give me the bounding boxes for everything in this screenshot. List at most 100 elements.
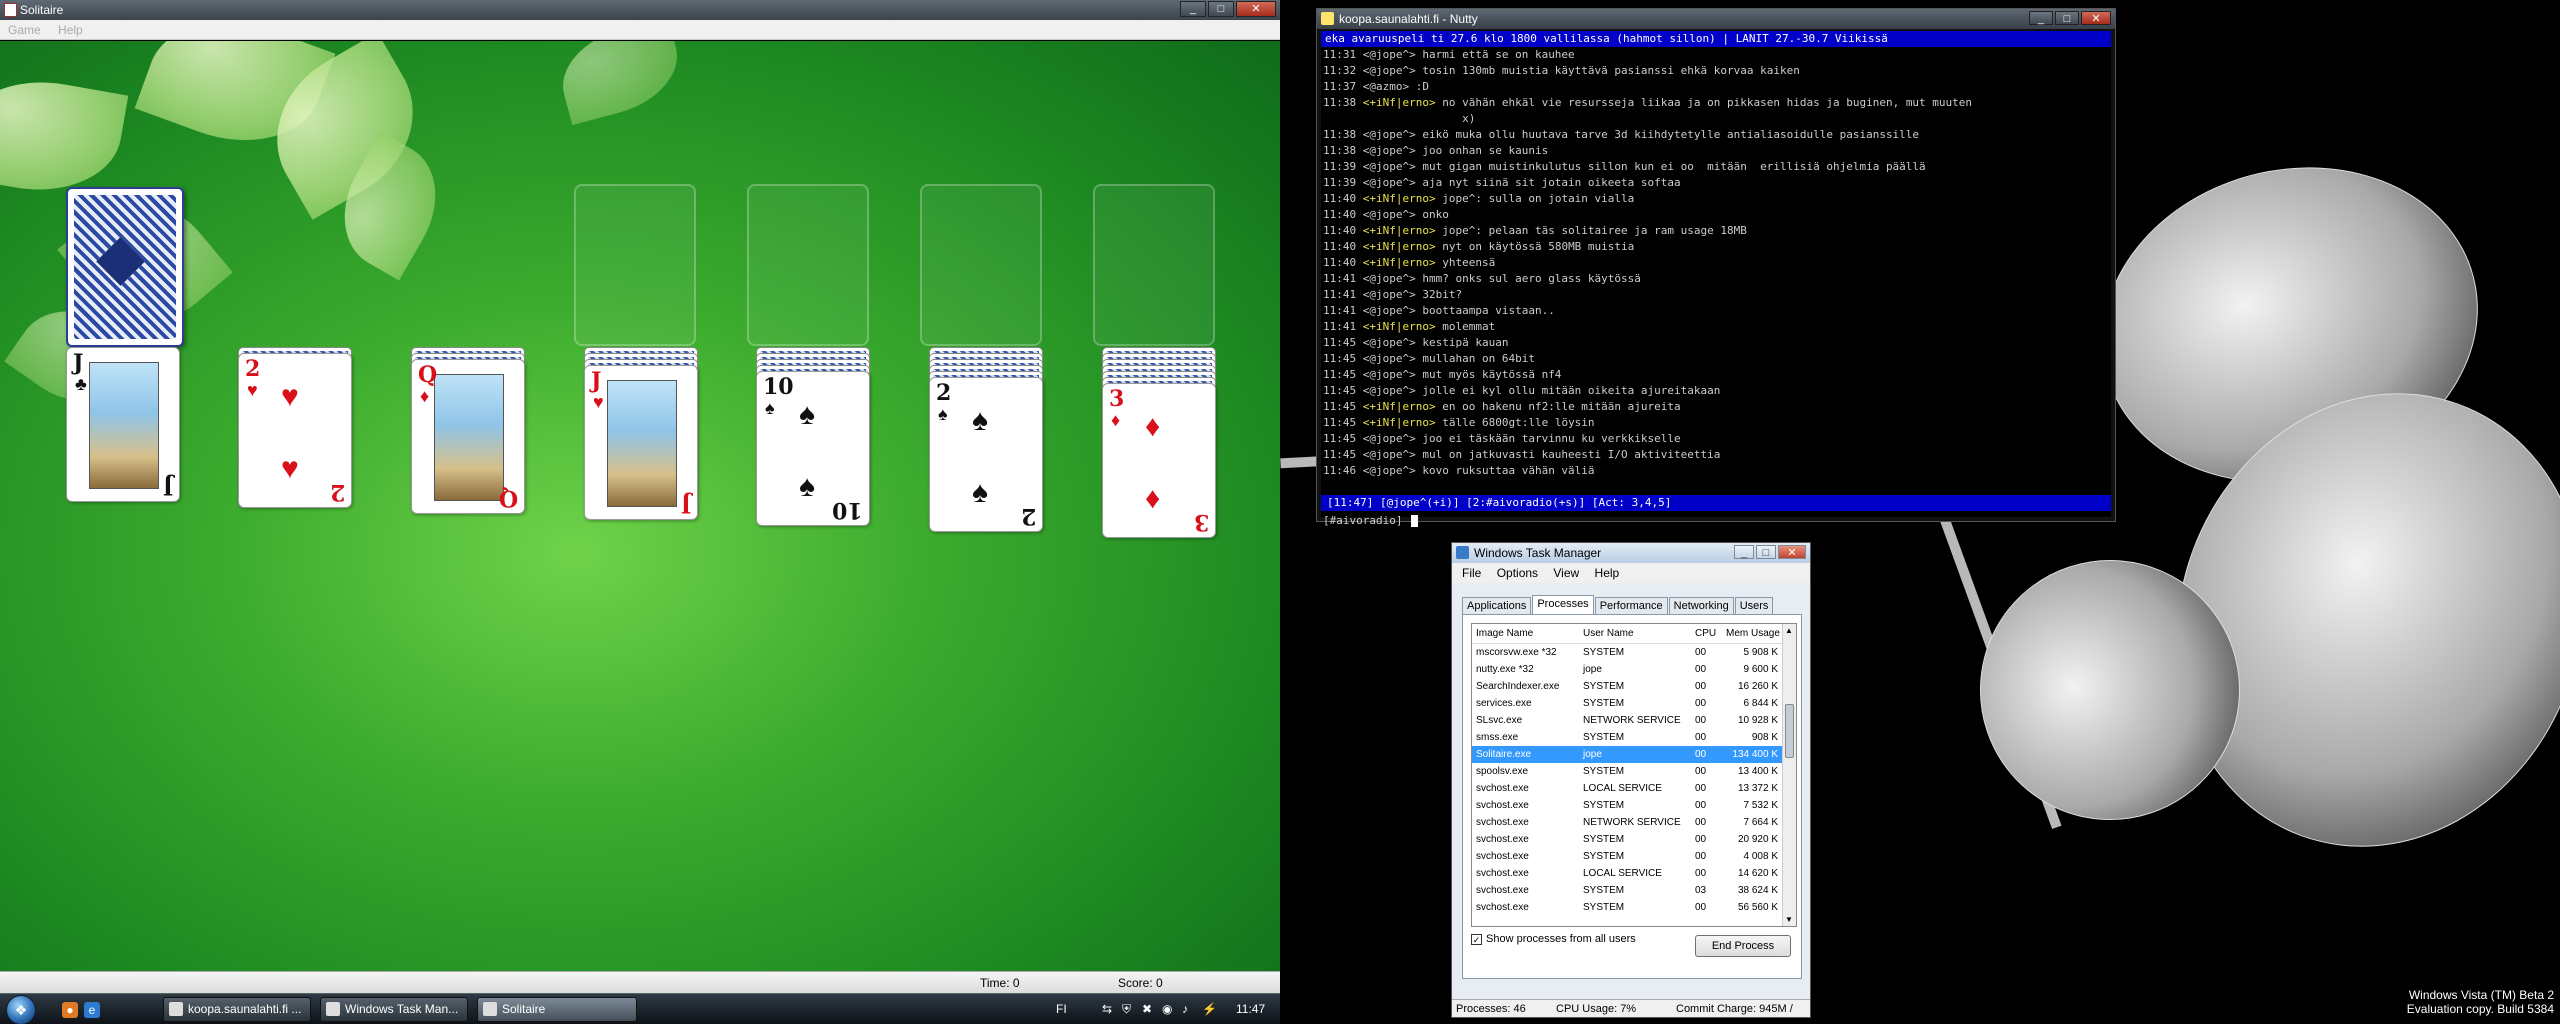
table-row[interactable]: svchost.exe NETWORK SERVICE 00 7 664 K (1472, 814, 1782, 831)
column-header-cpu[interactable]: CPU (1695, 628, 1716, 639)
process-list[interactable]: Image Name User Name CPU Mem Usage mscor… (1471, 623, 1797, 927)
internet-explorer-icon[interactable]: e (84, 1002, 100, 1018)
scroll-up-arrow-icon[interactable]: ▲ (1785, 626, 1793, 635)
playing-card[interactable]: ♠ ♠ 10 ♠ 10 (756, 371, 870, 526)
menu-options[interactable]: Options (1497, 566, 1538, 580)
tab-performance[interactable]: Performance (1594, 597, 1668, 615)
scrollbar-thumb[interactable] (1785, 704, 1794, 758)
irc-nick: <@jope^> (1362, 304, 1416, 317)
minimize-button[interactable]: _ (2029, 11, 2053, 25)
power-icon[interactable]: ⚡ (1202, 994, 1217, 1024)
mute-icon[interactable]: ✖ (1142, 994, 1152, 1024)
scroll-down-arrow-icon[interactable]: ▼ (1785, 915, 1793, 924)
table-row[interactable]: svchost.exe SYSTEM 00 20 920 K (1472, 831, 1782, 848)
irc-nick: <@jope^> (1362, 448, 1416, 461)
table-row[interactable]: services.exe SYSTEM 00 6 844 K (1472, 695, 1782, 712)
table-row[interactable]: svchost.exe SYSTEM 00 4 008 K (1472, 848, 1782, 865)
column-header-mem-usage[interactable]: Mem Usage (1726, 628, 1780, 639)
taskbar-button-nutty[interactable]: koopa.saunalahti.fi ... (163, 997, 311, 1022)
playing-card[interactable]: ♠ ♠ 2 ♠ 2 (929, 377, 1043, 532)
menu-help[interactable]: Help (1595, 566, 1620, 580)
table-row[interactable]: mscorsvw.exe *32 SYSTEM 00 5 908 K (1472, 644, 1782, 661)
maximize-button[interactable]: □ (2055, 11, 2079, 25)
playing-card[interactable]: Q ♦ Q (411, 359, 525, 514)
taskmgr-app-icon (1456, 546, 1469, 559)
irc-terminal[interactable]: eka avaruuspeli ti 27.6 klo 1800 vallila… (1321, 31, 2111, 527)
maximize-button[interactable]: □ (1208, 1, 1234, 17)
show-all-checkbox[interactable]: ✓ (1471, 933, 1482, 945)
solitaire-app-icon (4, 3, 17, 17)
irc-text: joo ei täskään tarvinnu ku verkkikselle (1422, 432, 1681, 445)
clock[interactable]: 11:47 (1236, 994, 1265, 1024)
volume-icon[interactable]: ♪ (1182, 994, 1188, 1024)
maximize-button[interactable]: □ (1756, 545, 1776, 559)
start-orb-icon[interactable]: ❖ (6, 995, 36, 1024)
taskbar-button-solitaire[interactable]: Solitaire (477, 997, 637, 1022)
table-cell: Solitaire.exe (1476, 749, 1532, 760)
menu-file[interactable]: File (1462, 566, 1481, 580)
language-indicator[interactable]: FI (1056, 994, 1067, 1024)
table-row[interactable]: SLsvc.exe NETWORK SERVICE 00 10 928 K (1472, 712, 1782, 729)
table-cell: 00 (1695, 647, 1707, 658)
menu-view[interactable]: View (1553, 566, 1579, 580)
nutty-window[interactable]: koopa.saunalahti.fi - Nutty _ □ ✕ eka av… (1316, 8, 2116, 527)
menu-help[interactable]: Help (58, 23, 83, 37)
minimize-button[interactable]: _ (1180, 1, 1206, 17)
tab-applications[interactable]: Applications (1462, 597, 1532, 615)
playing-card[interactable]: J ♥ J (584, 365, 698, 520)
show-all-processes[interactable]: ✓ Show processes from all users (1471, 933, 1636, 945)
network-icon[interactable]: ⇆ (1102, 994, 1112, 1024)
shield-icon[interactable]: ⛨ (1122, 994, 1131, 1024)
foundation-slot[interactable] (747, 184, 869, 346)
table-row[interactable]: Solitaire.exe jope 00 134 400 K (1472, 746, 1782, 763)
tab-networking[interactable]: Networking (1668, 597, 1734, 615)
playing-card[interactable]: J ♣ J (66, 347, 180, 502)
close-button[interactable]: ✕ (1778, 545, 1806, 559)
card-rank: 10 (832, 497, 863, 523)
suit-pip: ♠ (972, 476, 988, 509)
solitaire-titlebar[interactable]: Solitaire _ □ ✕ (0, 0, 1280, 20)
close-button[interactable]: ✕ (1236, 1, 1276, 17)
table-row[interactable]: spoolsv.exe SYSTEM 00 13 400 K (1472, 763, 1782, 780)
irc-message: 11:45 <@jope^> joo ei täskään tarvinnu k… (1321, 431, 2111, 447)
irc-nick: <@jope^> (1362, 48, 1416, 61)
taskmgr-titlebar[interactable]: Windows Task Manager _ □ ✕ (1452, 543, 1810, 563)
process-list-scrollbar[interactable]: ▲ ▼ (1782, 624, 1796, 926)
irc-timestamp: 11:39 (1323, 176, 1357, 189)
card-suit: ♣ (75, 374, 87, 394)
table-cell: 13 400 K (1737, 766, 1778, 777)
irc-message: 11:45 <+iNf|erno> en oo hakenu nf2:lle m… (1321, 399, 2111, 415)
score-display: Score: 0 (1118, 976, 1163, 990)
table-row[interactable]: svchost.exe LOCAL SERVICE 00 14 620 K (1472, 865, 1782, 882)
close-button[interactable]: ✕ (2081, 11, 2111, 25)
table-row[interactable]: svchost.exe SYSTEM 00 56 560 K (1472, 899, 1782, 916)
table-row[interactable]: svchost.exe LOCAL SERVICE 00 13 372 K (1472, 780, 1782, 797)
column-header-user-name[interactable]: User Name (1583, 628, 1634, 639)
irc-message: 11:40 <+iNf|erno> yhteensä (1321, 255, 2111, 271)
menu-game[interactable]: Game (8, 23, 41, 37)
table-row[interactable]: svchost.exe SYSTEM 03 38 624 K (1472, 882, 1782, 899)
column-header-image-name[interactable]: Image Name (1476, 628, 1533, 639)
chat-icon[interactable]: ◉ (1162, 994, 1172, 1024)
table-row[interactable]: nutty.exe *32 jope 00 9 600 K (1472, 661, 1782, 678)
task-manager-window[interactable]: Windows Task Manager _ □ ✕ File Options … (1451, 542, 1811, 1024)
nutty-titlebar[interactable]: koopa.saunalahti.fi - Nutty _ □ ✕ (1317, 9, 2115, 29)
minimize-button[interactable]: _ (1734, 545, 1754, 559)
playing-card[interactable]: ♥ ♥ 2 ♥ 2 (238, 353, 352, 508)
foundation-slot[interactable] (920, 184, 1042, 346)
table-cell: SYSTEM (1583, 851, 1625, 862)
irc-input[interactable]: [#aivoradio] (1321, 513, 1419, 529)
end-process-button[interactable]: End Process (1695, 935, 1791, 957)
tab-processes[interactable]: Processes (1532, 595, 1594, 615)
foundation-slot[interactable] (1093, 184, 1215, 346)
table-row[interactable]: smss.exe SYSTEM 00 908 K (1472, 729, 1782, 746)
table-row[interactable]: svchost.exe SYSTEM 00 7 532 K (1472, 797, 1782, 814)
taskbar-button-taskmgr[interactable]: Windows Task Man... (320, 997, 468, 1022)
stock-pile[interactable] (66, 187, 184, 347)
table-row[interactable]: SearchIndexer.exe SYSTEM 00 16 260 K (1472, 678, 1782, 695)
firefox-icon[interactable]: ● (62, 1002, 78, 1018)
foundation-slot[interactable] (574, 184, 696, 346)
tab-users[interactable]: Users (1734, 597, 1774, 615)
playing-card[interactable]: ♦ ♦ 3 ♦ 3 (1102, 383, 1216, 538)
table-cell: SYSTEM (1583, 681, 1625, 692)
